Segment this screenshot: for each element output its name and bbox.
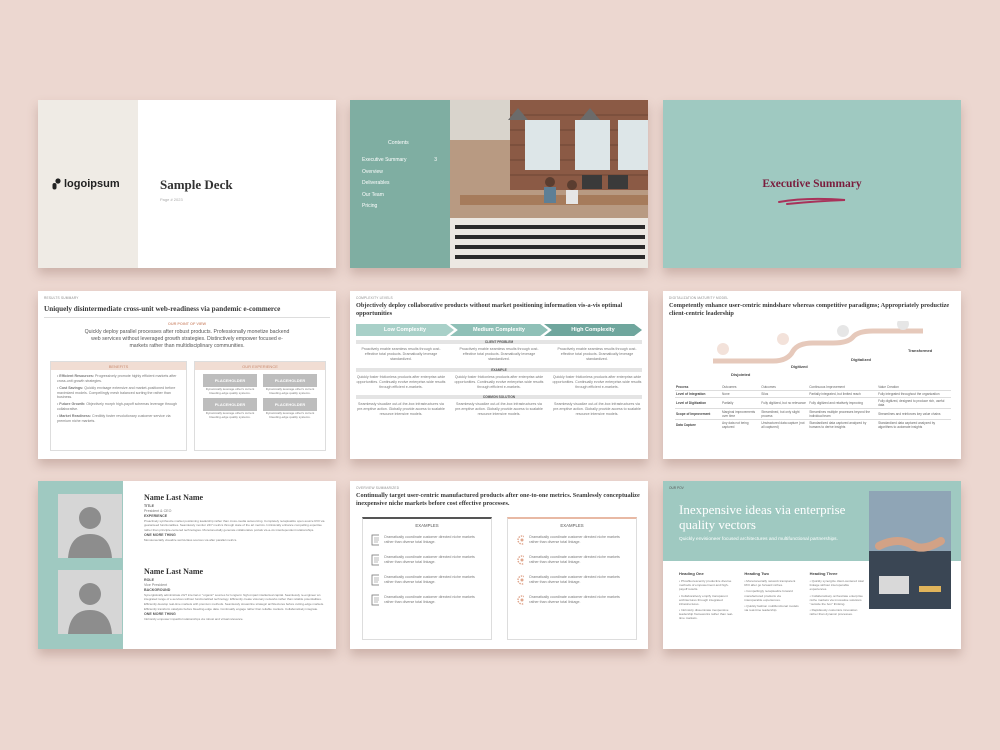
contents-item[interactable]: Pricing [362,203,437,215]
slide-heading: Objectively deploy collaborative product… [356,302,623,317]
slide-heading: Inexpensive ideas via enterprise quality… [679,502,846,532]
experience-tile: PLACEHOLDER Dynamically leverage other's … [263,374,317,395]
pov-label: Our Point of View [167,322,207,326]
benefit-item: • Market Readiness: Credibly foster revo… [57,413,171,423]
brush-stroke-icon [778,197,846,205]
slide-heading: Uniquely disintermediate cross-unit web-… [44,305,281,313]
slide-tag: Our Pov [669,486,684,490]
checklist-icon [371,594,380,606]
person-name: Name Last Name [144,567,204,576]
benefits-header: Benefits [51,362,186,370]
table-row: Data Capture Any data not being captured U… [676,421,936,429]
examples-card-left: Examples Dramatically coordinate custome… [362,517,492,640]
slide-complexity-levels[interactable]: Complexity Levels Objectively deploy col… [350,291,648,459]
pov-text: Quickly deploy parallel processes after … [84,329,290,349]
gear-icon [517,535,525,545]
slide-contents[interactable]: Contents Executive Summary 3 Overview Del… [350,100,648,268]
slide-heading: Continually target user-centric manufact… [356,492,640,507]
stage-label: Digitalized [851,357,872,362]
deck-subtitle: Page # 2023 [160,197,183,202]
pov-column: Heading Two • Monotonectally network tra… [744,571,799,613]
checklist-icon [371,554,380,566]
slide-overview[interactable]: Overview Summarized Continually target u… [350,481,648,649]
slide-maturity-model[interactable]: Digitalization Maturity Model Competentl… [663,291,961,459]
benefits-card: Benefits • Efficient Resources: Progress… [50,361,187,451]
gear-icon [517,555,525,565]
slide-tag: Overview Summarized [356,486,400,490]
slide-tag: Results Summary [44,296,79,300]
section-title: Executive Summary [762,178,862,190]
slide-tag: Digitalization Maturity Model [669,296,729,300]
section-bar: Client Problem [356,340,642,344]
section-bar: Example [356,368,642,372]
stage-label: Disjointed [731,372,751,377]
stage-label: Digitized [791,364,808,369]
contents-item[interactable]: Overview [362,169,437,181]
section-bar: Common Solution [356,395,642,399]
experience-header: Our Experience [195,362,325,370]
examples-header: Examples [415,523,439,528]
handshake-photo [869,491,951,609]
benefit-item: • Cost Savings: Quickly envisage extensi… [57,385,176,400]
logo-text: logoipsum [64,178,120,190]
experience-tile: PLACEHOLDER Dynamically leverage other's … [203,398,257,419]
experience-card: Our Experience PLACEHOLDER Dynamically le… [194,361,326,451]
experience-tile: PLACEHOLDER Dynamically leverage other's … [203,374,257,395]
examples-header: Examples [560,523,584,528]
logo: logoipsum [52,178,120,190]
pov-column: Heading Three • Quickly synergize client… [809,571,864,617]
deck-title: Sample Deck [160,177,233,192]
slide-results-summary[interactable]: Results Summary Uniquely disintermediate… [38,291,336,459]
checklist-icon [371,534,380,546]
gear-icon [517,595,525,605]
placeholder-image: PLACEHOLDER [263,374,317,387]
contents-title: Contents [388,140,409,146]
table-row: Level of Digitization Partially Fully digi… [675,398,951,409]
logo-icon [52,178,61,190]
placeholder-image: PLACEHOLDER [203,398,257,412]
benefits-list: • Efficient Resources: Progressively pro… [51,370,186,430]
gear-icon [517,575,525,585]
benefit-item: • Future Growth: Objectively morph high-… [57,402,178,412]
level-medium: Medium Complexity [450,324,548,336]
level-high: High Complexity [544,324,642,336]
person-card: Name Last Name Role Vice President Backgr… [144,567,328,622]
table-row: Scope of Improvement Marginal improvement… [675,409,951,420]
stage-label: Transformed [908,348,933,353]
pov-column: Heading One • Phosfluorescently producti… [679,571,733,621]
maturity-table: Process Outcomes Outcomes Continuous Improv… [675,384,951,430]
placeholder-image: PLACEHOLDER [203,374,257,387]
slide-tag: Complexity Levels [356,296,393,300]
contents-list: Executive Summary 3 Overview Deliverables… [362,157,437,215]
slide-title[interactable]: logoipsum Sample Deck Page # 2023 [38,100,336,268]
slide-our-pov[interactable]: Our Pov Inexpensive ideas via enterprise… [663,481,961,649]
level-low: Low Complexity [356,324,454,336]
slide-executive-summary[interactable]: Executive Summary [663,100,961,268]
slide-team[interactable]: Name Last Name Title President & CEO Expe… [38,481,336,649]
divider [44,317,330,318]
pov-columns: Heading One • Phosfluorescently producti… [679,571,865,623]
benefit-item: • Efficient Resources: Progressively pro… [57,374,177,383]
avatar [58,570,122,634]
contents-item[interactable]: Deliverables [362,180,437,192]
person-name: Name Last Name [144,493,204,502]
placeholder-image: PLACEHOLDER [263,398,317,412]
complexity-arrows: Low Complexity Medium Complexity High Co… [356,324,642,336]
avatar [58,494,122,558]
experience-tile: PLACEHOLDER Dynamically leverage other's … [263,398,317,419]
checklist-icon [371,574,380,586]
person-card: Name Last Name Title President & CEO Expe… [144,493,328,543]
contents-item[interactable]: Executive Summary 3 [362,157,437,169]
slide-subtitle: Quickly envisioneer focused architecture… [679,537,838,542]
examples-card-right: Examples Dramatically coordinate custome… [507,517,637,640]
table-row: Level of Integration None Silos Partially i… [675,391,951,398]
contents-item[interactable]: Our Team [362,192,437,204]
slide-heading: Competently enhance user-centric mindsha… [669,302,950,317]
